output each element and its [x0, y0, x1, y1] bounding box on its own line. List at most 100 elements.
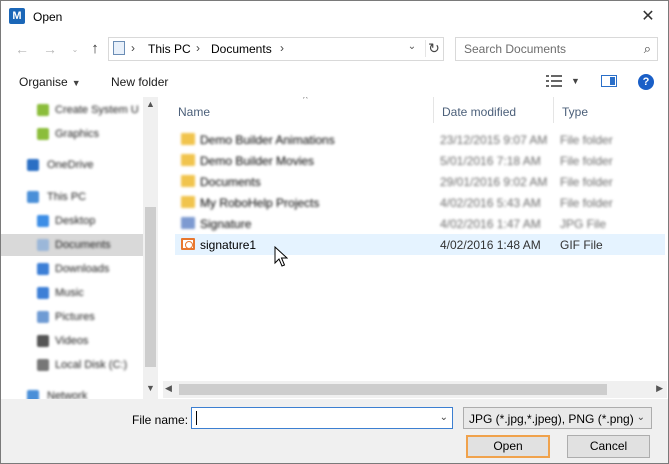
file-type: File folder [560, 196, 613, 210]
sidebar-item-pictures[interactable]: Pictures [1, 306, 143, 328]
organise-button[interactable]: Organise ▼ [19, 75, 81, 89]
music-icon [37, 287, 49, 299]
file-type: JPG File [560, 217, 607, 231]
file-row[interactable]: Signature 4/02/2016 1:47 AM JPG File [175, 213, 665, 234]
scrollbar-thumb[interactable] [179, 384, 607, 395]
up-arrow-icon[interactable]: ↑ [86, 40, 104, 58]
filter-dropdown-icon[interactable]: ⌄ [637, 412, 645, 423]
file-name: My RoboHelp Projects [200, 196, 320, 210]
sidebar-item-label: Desktop [55, 215, 96, 227]
scrollbar-thumb[interactable] [145, 207, 156, 367]
dialog-footer: File name: ⌄ JPG (*.jpg,*.jpeg), PNG (*.… [1, 399, 668, 463]
file-date-modified: 4/02/2016 5:43 AM [440, 196, 541, 210]
column-header-name[interactable]: Name ^ [169, 97, 434, 123]
sidebar-item-label: Local Disk (C:) [55, 359, 128, 371]
new-folder-button[interactable]: New folder [111, 75, 168, 89]
open-button[interactable]: Open [466, 435, 550, 458]
file-type: File folder [560, 175, 613, 189]
gif-file-icon [181, 238, 195, 250]
sidebar-item-desktop[interactable]: Desktop [1, 210, 143, 232]
download-icon [37, 263, 49, 275]
scroll-left-icon[interactable]: ◀ [165, 383, 172, 394]
network-icon [27, 390, 39, 399]
sidebar-item-label: Network [47, 390, 88, 399]
folder-icon [37, 104, 49, 116]
this-pc-icon [113, 41, 125, 55]
forward-arrow-icon[interactable]: → [41, 40, 59, 58]
scroll-right-icon[interactable]: ▶ [656, 383, 663, 394]
file-name-input[interactable]: ⌄ [191, 407, 453, 429]
search-input[interactable]: Search Documents [464, 42, 566, 56]
column-label: Name [178, 105, 211, 119]
navigation-pane: Create System U Graphics OneDrive This P… [1, 97, 157, 399]
navigation-pane-scrollbar[interactable]: ▲ ▼ [143, 97, 158, 399]
scroll-up-icon[interactable]: ▲ [143, 99, 158, 109]
column-header-date-modified[interactable]: Date modified [433, 97, 554, 123]
address-bar[interactable]: › This PC › Documents › ⌄ ↻ [108, 37, 444, 61]
file-row[interactable]: My RoboHelp Projects 4/02/2016 5:43 AM F… [175, 192, 665, 213]
hard-drive-icon [37, 359, 49, 371]
column-label: Type [562, 105, 589, 119]
file-list: Name ^ Date modified Type Demo Builder A… [163, 97, 667, 399]
file-date-modified: 23/12/2015 9:07 AM [440, 133, 548, 147]
file-type-filter-value: JPG (*.jpg,*.jpeg), PNG (*.png), [469, 412, 634, 426]
file-type-filter-select[interactable]: JPG (*.jpg,*.jpeg), PNG (*.png), ⌄ [463, 407, 652, 429]
sidebar-item-network[interactable]: Network [1, 385, 143, 399]
sidebar-item-label: Pictures [55, 311, 95, 323]
help-icon[interactable]: ? [638, 74, 654, 90]
file-row[interactable]: Demo Builder Animations 23/12/2015 9:07 … [175, 129, 665, 150]
file-row[interactable]: Documents 29/01/2016 9:02 AM File folder [175, 171, 665, 192]
sidebar-item-music[interactable]: Music [1, 282, 143, 304]
file-name: Signature [200, 217, 252, 231]
close-icon[interactable]: ✕ [628, 1, 668, 32]
breadcrumb-chevron-icon[interactable]: › [280, 41, 284, 55]
documents-icon [37, 239, 49, 251]
breadcrumb-chevron-icon[interactable]: › [131, 41, 135, 55]
command-bar: Organise ▼ New folder ▼ ? [1, 66, 668, 96]
sidebar-item-label: Music [55, 287, 84, 299]
column-header-type[interactable]: Type [553, 97, 667, 123]
sidebar-item-downloads[interactable]: Downloads [1, 258, 143, 280]
file-list-horizontal-scrollbar[interactable]: ◀ ▶ [163, 381, 667, 398]
sidebar-item[interactable]: Create System U [1, 99, 143, 121]
sidebar-item-documents[interactable]: Documents [1, 234, 143, 256]
recent-locations-chevron-icon[interactable]: ⌄ [66, 41, 84, 59]
folder-icon [181, 196, 195, 208]
folder-icon [37, 128, 49, 140]
column-label: Date modified [442, 105, 517, 119]
breadcrumb-documents[interactable]: Documents [211, 42, 272, 56]
file-name: Demo Builder Animations [200, 133, 335, 147]
file-date-modified: 5/01/2016 7:18 AM [440, 154, 541, 168]
address-dropdown-icon[interactable]: ⌄ [405, 41, 419, 52]
preview-pane-icon[interactable] [601, 75, 617, 87]
search-icon[interactable]: ⌕ [644, 41, 651, 57]
sidebar-item-onedrive[interactable]: OneDrive [1, 154, 143, 176]
sidebar-item-label: Create System U [55, 104, 139, 116]
file-row[interactable]: Demo Builder Movies 5/01/2016 7:18 AM Fi… [175, 150, 665, 171]
sidebar-item-this-pc[interactable]: This PC [1, 186, 143, 208]
mouse-pointer-icon [274, 246, 288, 267]
refresh-icon[interactable]: ↻ [425, 40, 442, 57]
sidebar-item-videos[interactable]: Videos [1, 330, 143, 352]
breadcrumb-this-pc[interactable]: This PC [148, 42, 191, 56]
open-dialog: M Open ✕ ← → ⌄ ↑ › This PC › Documents ›… [0, 0, 669, 464]
file-row-signature1[interactable]: signature1 4/02/2016 1:48 AM GIF File [175, 234, 665, 255]
change-view-icon[interactable] [546, 75, 562, 87]
pictures-icon [37, 311, 49, 323]
desktop-icon [37, 215, 49, 227]
breadcrumb-chevron-icon[interactable]: › [196, 41, 200, 55]
sidebar-item-local-disk[interactable]: Local Disk (C:) [1, 354, 143, 376]
search-box[interactable]: Search Documents ⌕ [455, 37, 658, 61]
back-arrow-icon[interactable]: ← [13, 40, 31, 58]
navigation-bar: ← → ⌄ ↑ › This PC › Documents › ⌄ ↻ Sear… [1, 32, 668, 66]
title-bar: M Open ✕ [1, 1, 668, 32]
sidebar-item-label: OneDrive [47, 159, 94, 171]
sidebar-item-label: This PC [47, 191, 87, 203]
image-file-icon [181, 217, 195, 229]
view-options-caret-icon[interactable]: ▼ [571, 76, 580, 86]
file-name-dropdown-icon[interactable]: ⌄ [440, 412, 448, 423]
cancel-button[interactable]: Cancel [567, 435, 650, 458]
file-name: signature1 [200, 238, 257, 252]
scroll-down-icon[interactable]: ▼ [143, 383, 158, 393]
sidebar-item[interactable]: Graphics [1, 123, 143, 145]
